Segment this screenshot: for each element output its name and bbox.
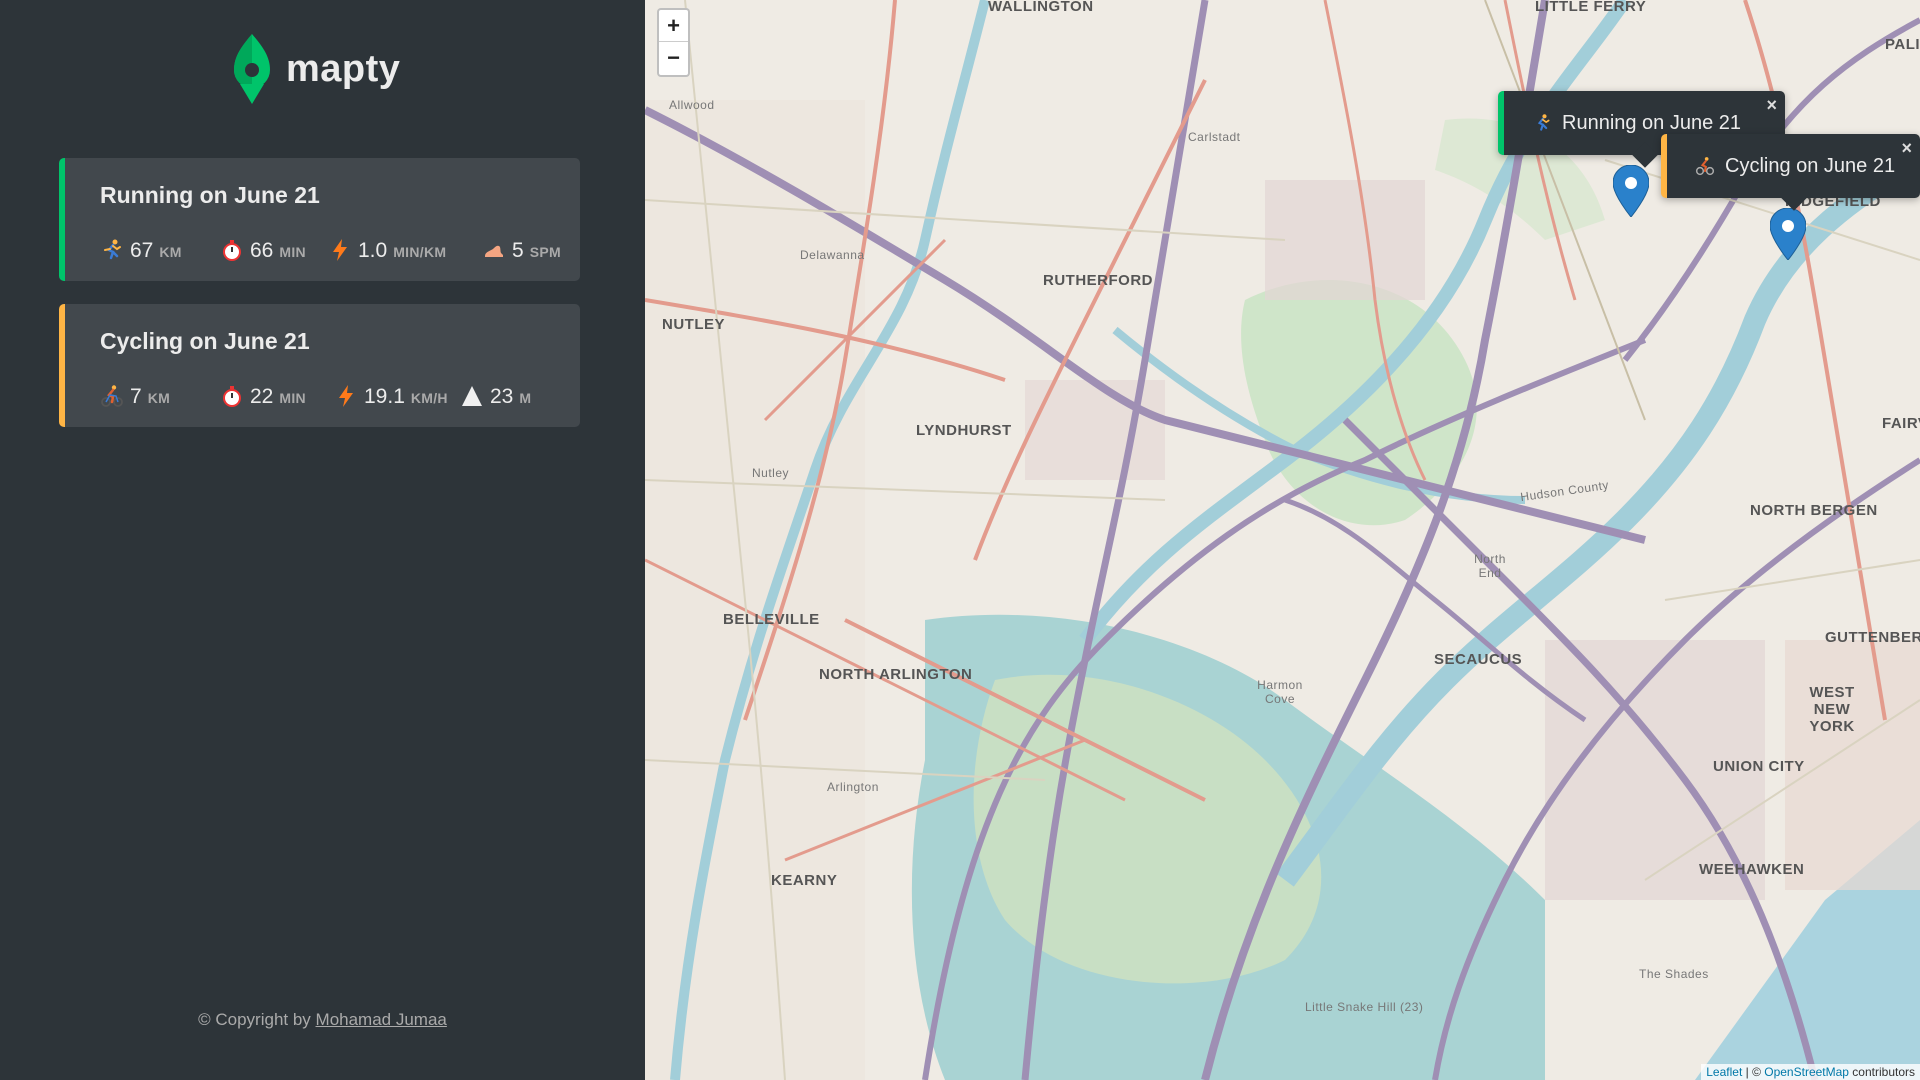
workout-card-running[interactable]: Running on June 21 67 km 6 (59, 158, 580, 281)
speed-unit: km/h (410, 390, 448, 406)
author-link[interactable]: Mohamad Jumaa (316, 1010, 447, 1029)
zoom-in-button[interactable]: + (659, 10, 688, 42)
leaflet-link[interactable]: Leaflet (1706, 1065, 1742, 1079)
app-name: mapty (286, 47, 401, 90)
copyright-prefix: © Copyright by (198, 1010, 316, 1029)
distance-value: 7 (130, 385, 142, 408)
map-label-north-arlington: NORTH ARLINGTON (819, 666, 973, 683)
map-label-little-snake-hill: Little Snake Hill (23) (1305, 1000, 1424, 1014)
workout-elevation: 23 m (460, 379, 531, 409)
stopwatch-icon (223, 386, 241, 407)
map-label-weehawken: WEEHAWKEN (1699, 861, 1805, 878)
map-label-union-city: UNION CITY (1713, 758, 1805, 775)
map-label-secaucus: SECAUCUS (1434, 651, 1523, 668)
map-label-the-shades: The Shades (1639, 967, 1709, 981)
workout-cadence: 5 spm (482, 233, 561, 263)
footprint-icon (485, 245, 503, 257)
popup-cycling[interactable]: Cycling on June 21 × (1661, 134, 1920, 211)
distance-value: 67 (130, 239, 154, 262)
sidebar: mapty Running on June 21 67 km (0, 0, 645, 1080)
map-label-guttenberg: GUTTENBERG (1825, 629, 1920, 646)
map-label-fairview: FAIRV (1882, 415, 1920, 432)
workout-duration: 22 min (220, 379, 306, 409)
elevation-unit: m (519, 390, 532, 406)
map-label-rutherford: RUTHERFORD (1043, 272, 1153, 289)
workout-card-cycling[interactable]: Cycling on June 21 7 km 22 (59, 304, 580, 427)
cycling-icon (1695, 157, 1715, 176)
map[interactable]: WALLINGTON LITTLE FERRY PALIS PA RUTHERF… (645, 0, 1920, 1080)
mountain-icon (462, 386, 482, 406)
map-attribution: Leaflet | © OpenStreetMap contributors (1701, 1064, 1920, 1080)
zoom-out-button[interactable]: − (659, 42, 688, 74)
map-label-little-ferry: LITTLE FERRY (1535, 0, 1647, 15)
speed-value: 19.1 (364, 385, 405, 408)
distance-unit: km (147, 390, 171, 406)
zoom-control: + − (657, 8, 690, 77)
copyright: © Copyright by Mohamad Jumaa (0, 1010, 645, 1030)
lightning-icon (339, 385, 353, 407)
attribution-separator: | © (1742, 1065, 1765, 1079)
running-icon (1537, 114, 1550, 131)
workout-title: Cycling on June 21 (100, 328, 310, 354)
map-marker-running[interactable] (1613, 165, 1649, 217)
duration-value: 66 (250, 239, 274, 262)
map-label-nutley: NUTLEY (662, 316, 725, 333)
elevation-value: 23 (490, 385, 514, 408)
map-label-palisades: PALIS PA (1885, 36, 1920, 53)
workout-speed: 19.1 km/h (334, 379, 448, 409)
cycling-icon (101, 385, 123, 407)
map-label-wallington: WALLINGTON (988, 0, 1094, 15)
map-marker-cycling[interactable] (1770, 208, 1806, 260)
workout-distance: 7 km (100, 379, 170, 409)
cadence-value: 5 (512, 239, 524, 262)
attribution-suffix: contributors (1848, 1065, 1915, 1079)
duration-unit: min (279, 244, 306, 260)
map-label-lyndhurst: LYNDHURST (916, 422, 1012, 439)
stopwatch-icon (223, 240, 241, 261)
map-label-north-bergen: NORTH BERGEN (1750, 502, 1878, 519)
map-label-nutley-small: Nutley (752, 466, 790, 480)
map-label-north-end: North End (1474, 552, 1506, 580)
running-icon (104, 239, 121, 260)
map-label-allwood: Allwood (669, 98, 715, 112)
workout-distance: 67 km (100, 233, 182, 263)
popup-close-button[interactable]: × (1901, 138, 1912, 159)
map-label-arlington: Arlington (827, 780, 879, 794)
workout-duration: 66 min (220, 233, 306, 263)
map-pin-logo-icon (234, 34, 270, 104)
pace-unit: min/km (393, 244, 447, 260)
osm-link[interactable]: OpenStreetMap (1764, 1065, 1849, 1079)
distance-unit: km (159, 244, 182, 260)
logo: mapty (232, 34, 400, 104)
duration-value: 22 (250, 385, 274, 408)
map-label-belleville: BELLEVILLE (723, 611, 820, 628)
cadence-unit: spm (529, 244, 561, 260)
duration-unit: min (279, 390, 306, 406)
map-label-harmon-cove: Harmon Cove (1257, 678, 1303, 706)
popup-text: Running on June 21 (1562, 111, 1742, 134)
map-label-delawanna: Delawanna (800, 248, 865, 262)
popup-close-button[interactable]: × (1766, 95, 1777, 116)
map-label-west-new-york: WEST NEW YORK (1809, 684, 1855, 735)
popup-text: Cycling on June 21 (1725, 154, 1896, 177)
workout-title: Running on June 21 (100, 182, 320, 208)
workout-pace: 1.0 min/km (328, 233, 446, 263)
pace-value: 1.0 (358, 239, 388, 262)
map-label-kearny: KEARNY (771, 872, 838, 889)
map-label-carlstadt: Carlstadt (1188, 130, 1241, 144)
lightning-icon (333, 239, 347, 261)
